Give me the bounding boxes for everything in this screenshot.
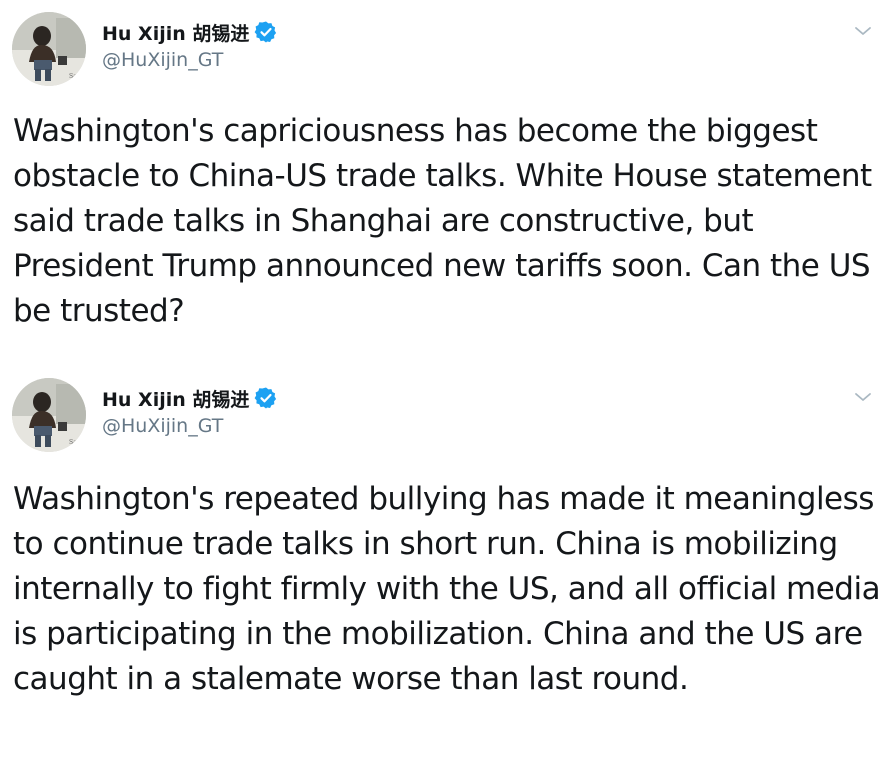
name-row: Hu Xijin 胡锡进 [102,384,278,412]
tweet-text: Washington's repeated bullying has made … [13,481,881,697]
verified-badge-icon [254,20,278,44]
name-row: Hu Xijin 胡锡进 [102,18,278,46]
tweet-text: Washington's capriciousness has become t… [13,113,872,329]
chevron-down-icon[interactable] [852,386,874,408]
display-name[interactable]: Hu Xijin 胡锡进 [102,385,249,412]
avatar-photo: Saraj [12,12,86,86]
verified-badge-icon [254,386,278,410]
author-block[interactable]: Hu Xijin 胡锡进 @HuXijin_GT [102,384,278,437]
avatar-photo: Saraj [12,378,86,452]
svg-text:Saraj: Saraj [69,73,85,80]
avatar[interactable]: Saraj [12,378,86,452]
user-handle[interactable]: @HuXijin_GT [102,49,278,71]
author-block[interactable]: Hu Xijin 胡锡进 @HuXijin_GT [102,18,278,71]
avatar[interactable]: Saraj [12,12,86,86]
user-handle[interactable]: @HuXijin_GT [102,415,278,437]
chevron-down-icon[interactable] [852,20,874,42]
svg-text:Saraj: Saraj [69,439,85,446]
display-name[interactable]: Hu Xijin 胡锡进 [102,19,249,46]
